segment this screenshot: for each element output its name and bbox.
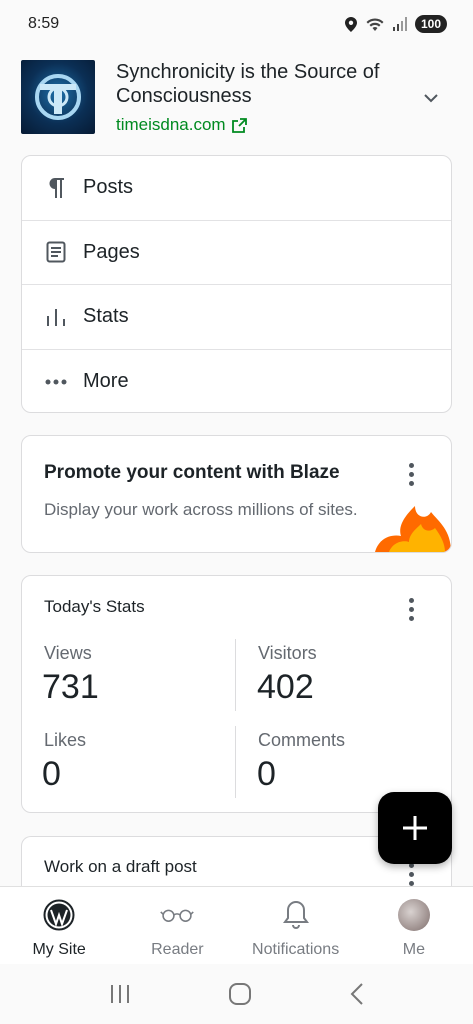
stats-title: Today's Stats	[44, 597, 145, 616]
nav-label: Reader	[151, 941, 204, 958]
stats-divider	[235, 639, 236, 711]
menu-item-label: Posts	[83, 176, 134, 199]
status-icons: 100	[344, 15, 447, 33]
wifi-icon	[366, 17, 384, 31]
external-link-icon	[231, 117, 247, 133]
battery-badge: 100	[414, 15, 447, 33]
site-header[interactable]: Synchronicity is the Source of Conscious…	[21, 60, 451, 136]
avatar	[397, 899, 430, 931]
draft-title: Work on a draft post	[44, 857, 197, 876]
back-icon[interactable]	[349, 982, 365, 1006]
recent-apps-icon[interactable]	[109, 984, 131, 1004]
bottom-navigation: My Site Reader Notifications Me	[0, 886, 473, 964]
stats-icon	[44, 305, 68, 329]
menu-item-label: More	[83, 370, 129, 393]
system-navigation-bar	[0, 964, 473, 1024]
nav-my-site[interactable]: My Site	[0, 887, 118, 964]
likes-label: Likes	[44, 730, 87, 750]
todays-stats-card[interactable]: Today's Stats Views 731 Visitors 402 Lik…	[21, 575, 452, 813]
home-icon[interactable]	[228, 982, 252, 1006]
views-value: 731	[42, 668, 99, 706]
plus-icon	[403, 816, 427, 840]
blaze-title: Promote your content with Blaze	[44, 462, 340, 483]
menu-item-posts[interactable]: Posts	[22, 156, 451, 221]
nav-label: My Site	[32, 941, 86, 958]
more-icon	[44, 370, 68, 394]
blaze-promo-card[interactable]: Promote your content with Blaze Display …	[21, 435, 452, 553]
site-logo[interactable]	[21, 60, 95, 134]
menu-item-stats[interactable]: Stats	[22, 285, 451, 350]
visitors-label: Visitors	[258, 643, 317, 663]
location-icon	[344, 16, 357, 32]
site-url-link[interactable]: timeisdna.com	[116, 115, 247, 135]
wordpress-icon	[42, 898, 76, 932]
views-label: Views	[44, 643, 92, 663]
comments-value: 0	[257, 755, 276, 793]
paragraph-icon	[44, 176, 68, 200]
nav-label: Notifications	[252, 941, 340, 958]
signal-icon	[392, 17, 407, 31]
site-url-text[interactable]: timeisdna.com	[116, 115, 226, 135]
stats-divider	[235, 726, 236, 798]
nav-label: Me	[402, 941, 425, 958]
chevron-down-icon[interactable]	[421, 88, 441, 108]
stats-more-options-icon[interactable]	[409, 598, 415, 625]
menu-item-more[interactable]: More	[22, 350, 451, 415]
bell-icon	[279, 898, 313, 932]
blaze-description: Display your work across millions of sit…	[44, 500, 358, 519]
menu-item-label: Stats	[83, 305, 129, 328]
visitors-value: 402	[257, 668, 314, 706]
glasses-icon	[160, 898, 195, 932]
nav-me[interactable]: Me	[355, 887, 473, 964]
site-menu-card: Posts Pages Stats More	[21, 155, 452, 413]
nav-notifications[interactable]: Notifications	[237, 887, 355, 964]
likes-value: 0	[42, 755, 61, 793]
comments-label: Comments	[258, 730, 346, 750]
status-bar: 8:59 100	[0, 0, 473, 48]
site-title[interactable]: Synchronicity is the Source of Conscious…	[116, 60, 406, 108]
status-time: 8:59	[28, 15, 60, 32]
menu-item-label: Pages	[83, 240, 140, 263]
nav-reader[interactable]: Reader	[118, 887, 236, 964]
blaze-more-options-icon[interactable]	[409, 463, 415, 490]
create-fab-button[interactable]	[378, 792, 452, 864]
page-icon	[44, 240, 68, 264]
menu-item-pages[interactable]: Pages	[22, 221, 451, 285]
site-logo-icon	[35, 74, 81, 120]
flame-icon	[375, 506, 451, 552]
